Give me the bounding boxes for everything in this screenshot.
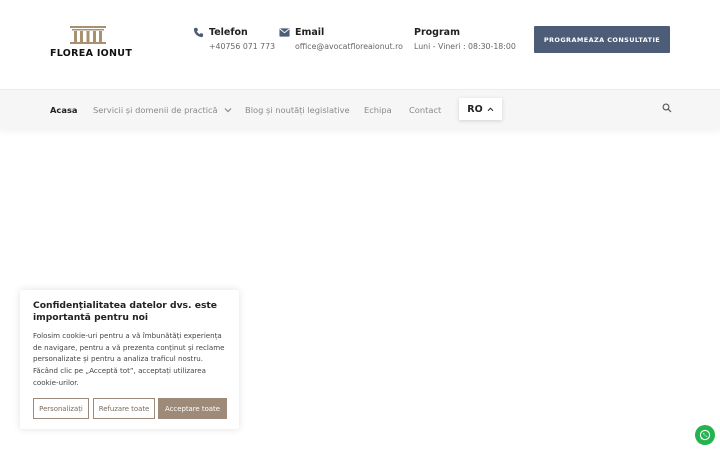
phone-value[interactable]: +40756 071 773 xyxy=(209,42,275,51)
nav-item-blog[interactable]: Blog și noutăți legislative xyxy=(245,90,350,130)
schedule-consultation-button[interactable]: PROGRAMEAZA CONSULTATIE xyxy=(534,26,670,53)
contact-email: Email office@avocatfloreaionut.ro xyxy=(279,26,403,51)
contact-program: Program Luni - Vineri : 08:30-18:00 xyxy=(414,26,516,51)
whatsapp-button[interactable] xyxy=(695,425,715,445)
cookie-accept-button[interactable]: Acceptare toate xyxy=(158,398,227,419)
chevron-up-icon xyxy=(487,107,494,111)
top-header: FLOREA IONUT Telefon +40756 071 773 Emai… xyxy=(0,0,720,89)
envelope-icon xyxy=(279,28,290,37)
phone-icon xyxy=(193,27,204,38)
program-title: Program xyxy=(414,27,460,38)
cookie-consent-dialog: Confidențialitatea datelor dvs. este imp… xyxy=(20,290,239,429)
main-nav: Acasa Servicii și domenii de practică Bl… xyxy=(0,89,720,129)
program-value: Luni - Vineri : 08:30-18:00 xyxy=(414,42,516,51)
cookie-reject-button[interactable]: Refuzare toate xyxy=(93,398,155,419)
language-selector[interactable]: RO xyxy=(459,98,502,120)
nav-item-servicii[interactable]: Servicii și domenii de practică xyxy=(93,90,232,130)
logo-text: FLOREA IONUT xyxy=(50,48,133,59)
logo[interactable]: FLOREA IONUT xyxy=(50,26,133,60)
cookie-title: Confidențialitatea datelor dvs. este imp… xyxy=(33,300,218,323)
phone-title: Telefon xyxy=(209,27,248,38)
chevron-down-icon xyxy=(224,108,232,113)
nav-item-echipa[interactable]: Echipa xyxy=(364,90,392,130)
contact-phone: Telefon +40756 071 773 xyxy=(193,26,275,51)
search-icon[interactable] xyxy=(662,103,672,113)
whatsapp-icon xyxy=(699,429,711,441)
nav-item-contact[interactable]: Contact xyxy=(409,90,441,130)
temple-logo-icon xyxy=(70,26,106,44)
email-title: Email xyxy=(295,27,325,38)
email-value[interactable]: office@avocatfloreaionut.ro xyxy=(295,42,403,51)
language-label: RO xyxy=(467,103,483,115)
cookie-customize-button[interactable]: Personalizați xyxy=(33,398,89,419)
nav-item-acasa[interactable]: Acasa xyxy=(50,90,77,130)
cookie-body: Folosim cookie-uri pentru a vă îmbunătăț… xyxy=(33,331,225,387)
